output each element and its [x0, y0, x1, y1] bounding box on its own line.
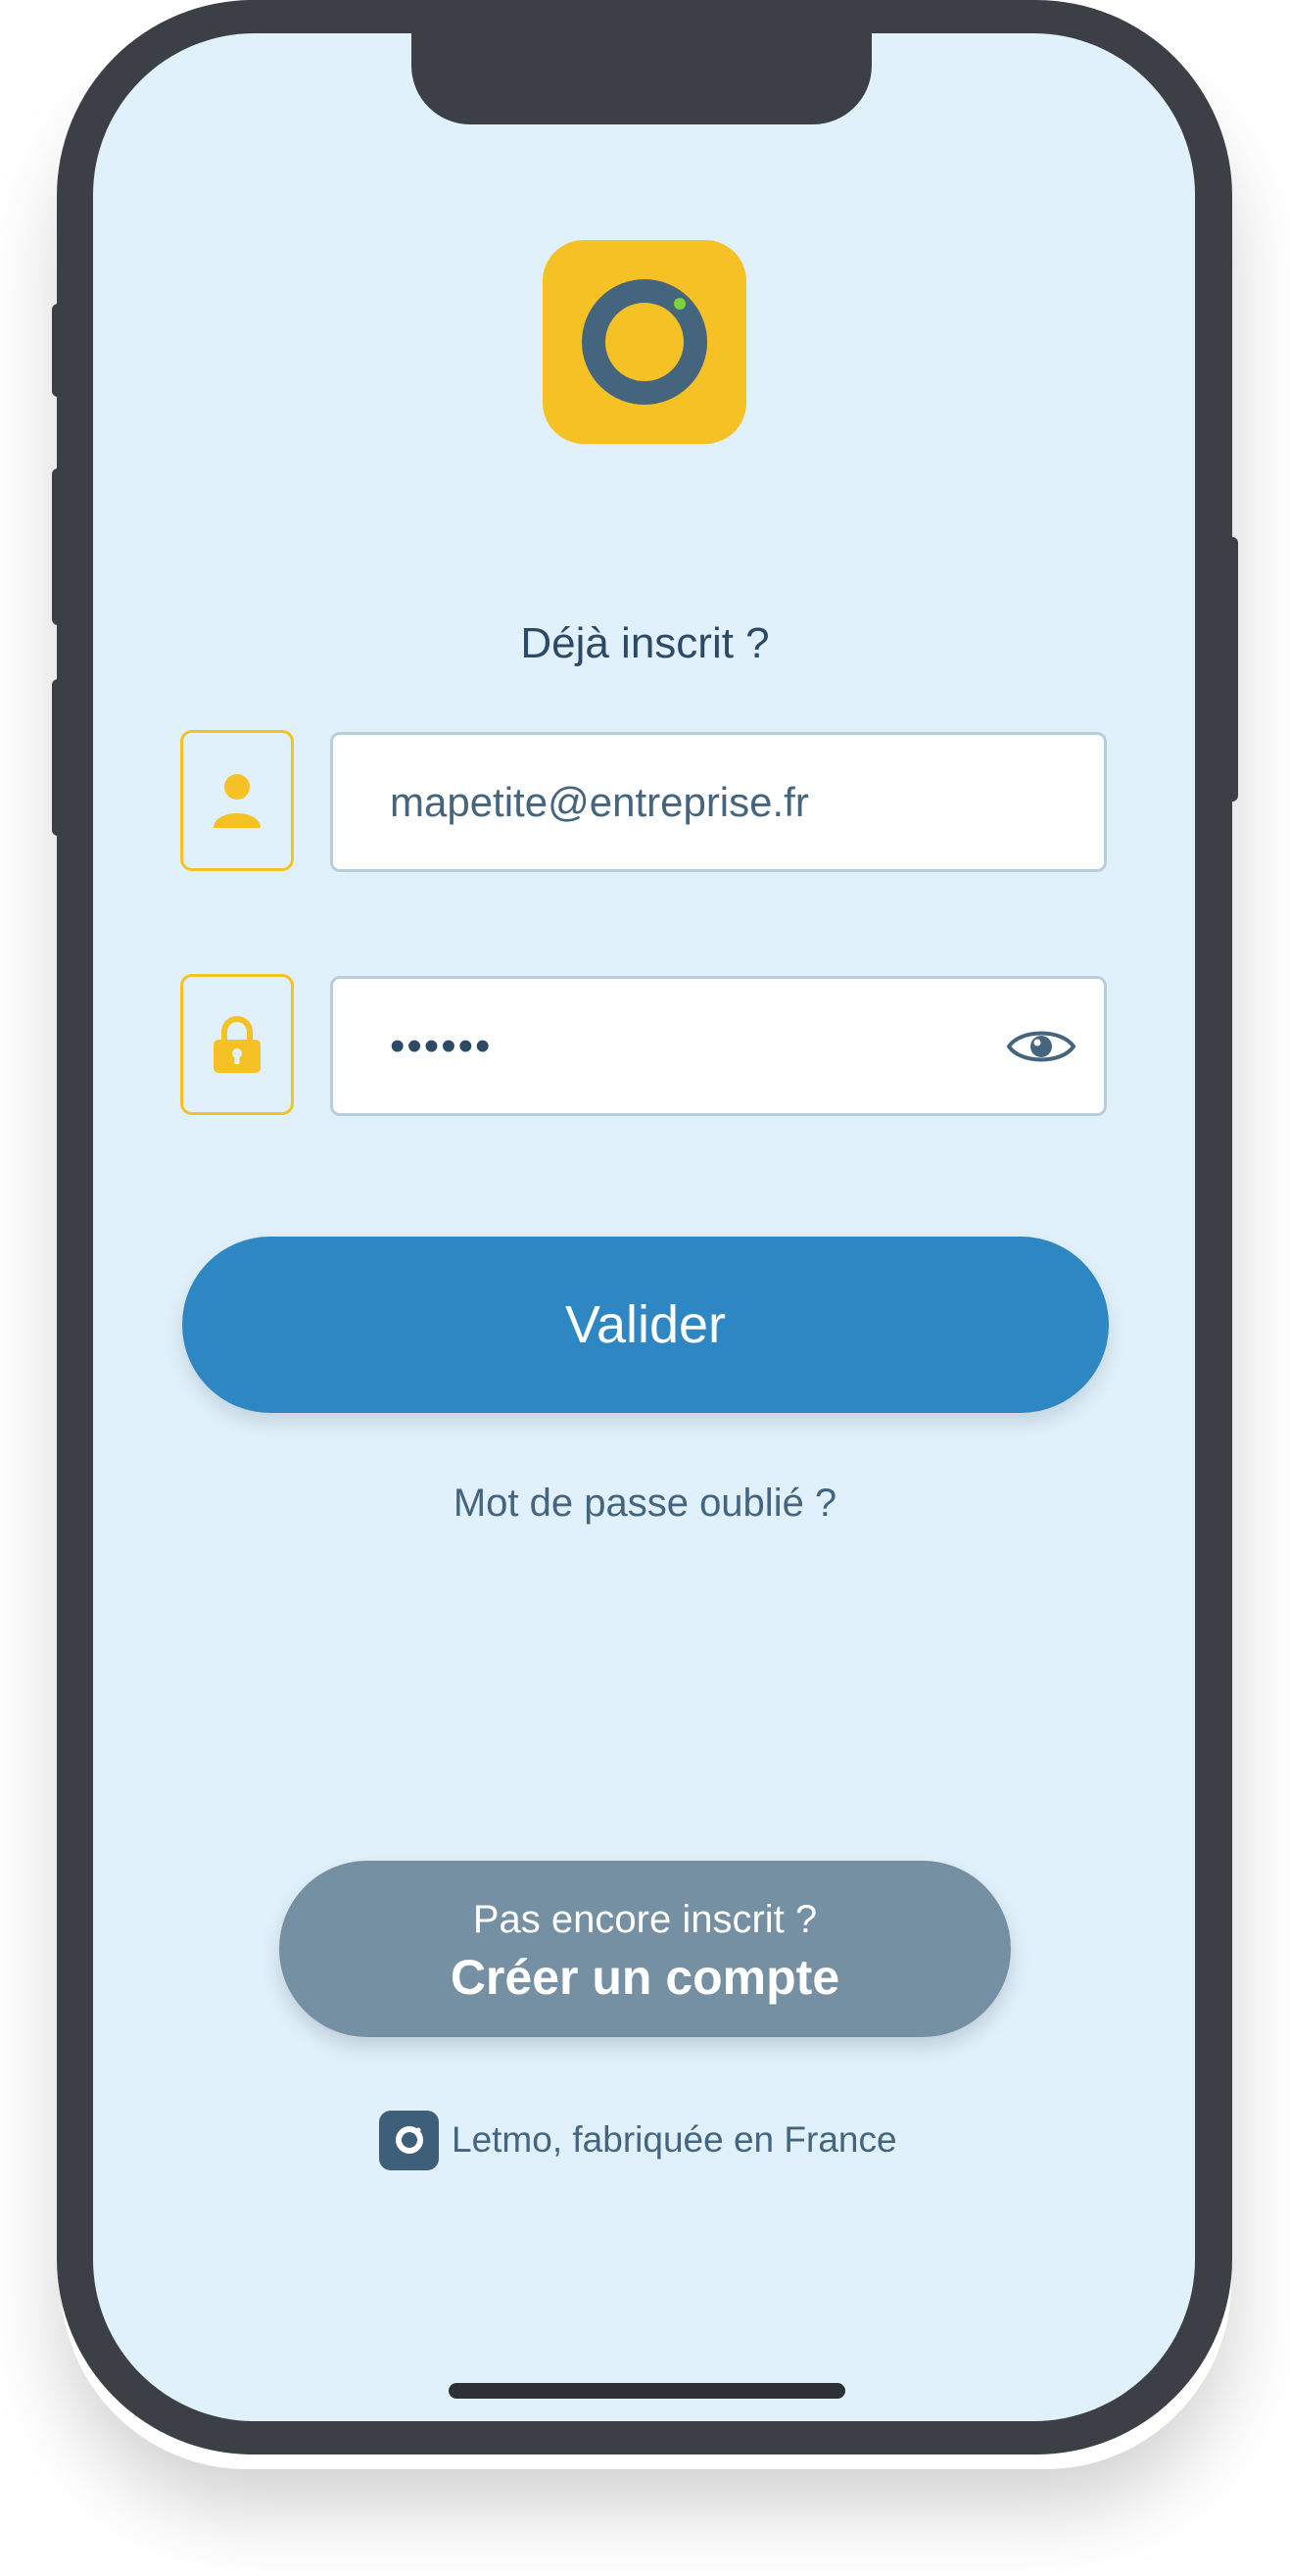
side-button-volume-down: [52, 679, 66, 836]
notch: [411, 33, 872, 124]
lock-icon: [214, 1016, 261, 1073]
app-logo: [543, 240, 746, 444]
app-logo-icon: [582, 279, 707, 405]
validate-button[interactable]: Valider: [182, 1237, 1109, 1413]
email-field[interactable]: mapetite@entreprise.fr: [330, 732, 1107, 872]
side-button-volume-up: [52, 468, 66, 625]
signup-cta: Créer un compte: [450, 1950, 840, 2005]
password-value: ••••••: [390, 1021, 493, 1070]
password-field[interactable]: ••••••: [330, 976, 1107, 1116]
side-button-power: [1224, 537, 1238, 802]
user-icon: [214, 774, 261, 828]
password-icon-box: [180, 974, 294, 1115]
side-button-mute: [52, 304, 66, 397]
signup-prompt: Pas encore inscrit ?: [472, 1898, 818, 1941]
email-icon-box: [180, 730, 294, 871]
forgot-password-link[interactable]: Mot de passe oublié ?: [0, 1482, 1290, 1526]
home-indicator[interactable]: [449, 2383, 845, 2399]
footer: Letmo, fabriquée en France: [379, 2110, 897, 2170]
eye-icon[interactable]: [1006, 1025, 1076, 1068]
create-account-button[interactable]: Pas encore inscrit ? Créer un compte: [279, 1861, 1011, 2037]
login-heading: Déjà inscrit ?: [520, 619, 770, 667]
footer-logo-icon: [379, 2110, 439, 2170]
footer-text: Letmo, fabriquée en France: [452, 2119, 897, 2160]
email-value: mapetite@entreprise.fr: [390, 778, 809, 825]
